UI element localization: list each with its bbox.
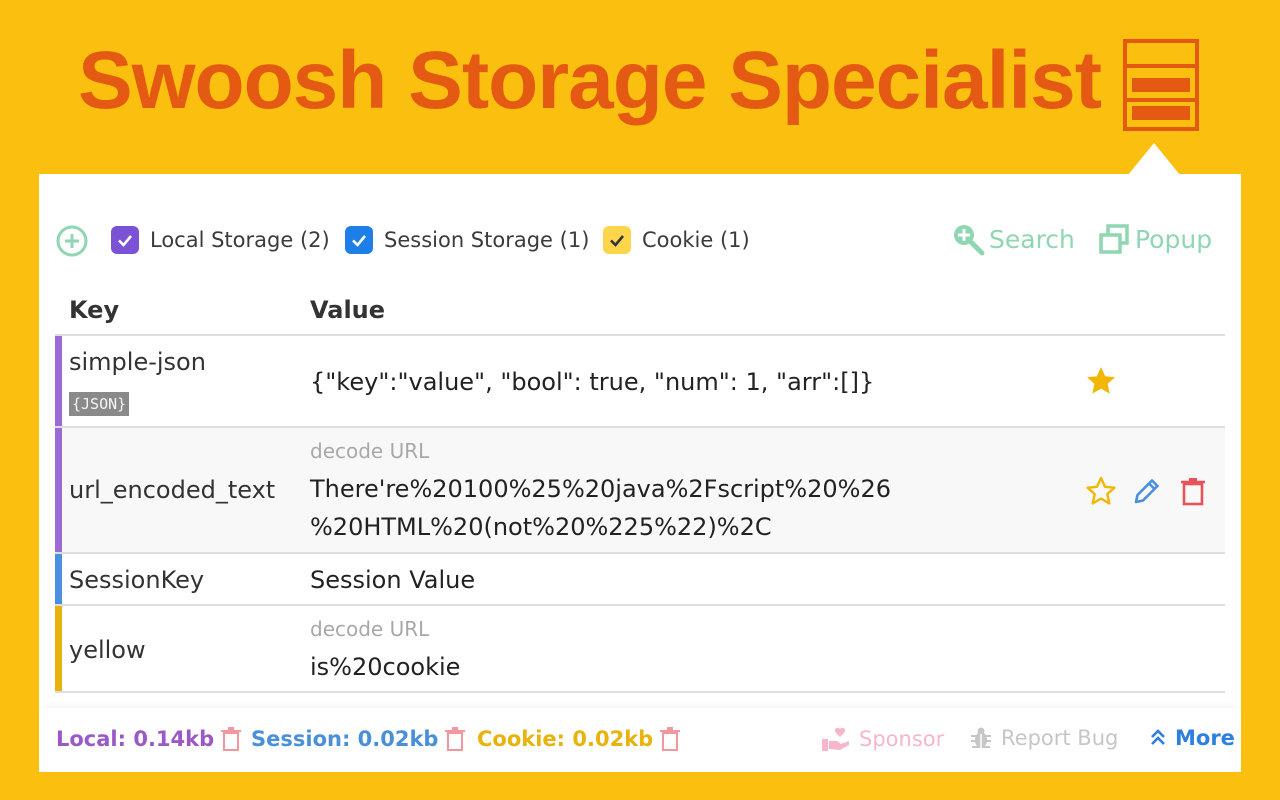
cookie-marker <box>55 606 62 691</box>
local-size-label: Local: 0.14kb <box>56 727 215 751</box>
check-icon <box>118 235 132 247</box>
filter-session-storage[interactable]: Session Storage (1) <box>345 224 589 256</box>
clear-session-trash-icon[interactable] <box>444 726 466 752</box>
edit-pencil-icon[interactable] <box>1131 475 1163 507</box>
value-column-header: Value <box>310 296 386 324</box>
row-key: simple-json <box>69 348 206 376</box>
popup-notch <box>1128 143 1180 175</box>
bug-icon <box>971 727 991 748</box>
sponsor-link[interactable]: Sponsor <box>821 726 944 752</box>
search-button[interactable]: Search <box>951 222 1075 256</box>
cookie-size-stat: Cookie: 0.02kb <box>477 726 681 752</box>
star-filled-icon[interactable] <box>1085 365 1117 397</box>
row-value[interactable]: is%20cookie <box>310 653 460 681</box>
row-key: yellow <box>69 636 146 664</box>
session-storage-marker <box>55 554 62 604</box>
table-row[interactable]: simple-json {JSON} {"key":"value", "bool… <box>55 336 1225 428</box>
session-storage-checkbox[interactable] <box>345 226 373 254</box>
cookie-checkbox[interactable] <box>603 226 631 254</box>
star-outline-icon[interactable] <box>1085 475 1117 507</box>
row-value[interactable]: Session Value <box>310 566 475 594</box>
session-size-label: Session: 0.02kb <box>251 727 439 751</box>
local-size-stat: Local: 0.14kb <box>56 726 242 752</box>
clear-local-trash-icon[interactable] <box>220 726 242 752</box>
local-storage-marker <box>55 428 62 552</box>
session-size-stat: Session: 0.02kb <box>251 726 466 752</box>
decode-url-hint[interactable]: decode URL <box>310 617 429 641</box>
table-row[interactable]: url_encoded_text decode URL There're%201… <box>55 428 1225 554</box>
delete-trash-icon[interactable] <box>1177 475 1209 507</box>
footer-bar: Local: 0.14kb Session: 0.02kb Cookie: 0.… <box>39 708 1241 772</box>
search-label: Search <box>989 224 1075 254</box>
popup-button[interactable]: Popup <box>1097 222 1212 256</box>
search-icon <box>954 225 985 256</box>
report-bug-label: Report Bug <box>1001 726 1119 750</box>
key-column-header: Key <box>69 296 120 324</box>
row-key: url_encoded_text <box>69 476 276 504</box>
add-item-icon[interactable] <box>55 224 89 258</box>
sponsor-label: Sponsor <box>859 727 945 751</box>
more-label: More <box>1175 726 1235 750</box>
table-row[interactable]: SessionKey Session Value <box>55 554 1225 606</box>
filter-local-storage[interactable]: Local Storage (2) <box>111 224 330 256</box>
sponsor-heart-hand-icon <box>822 727 849 751</box>
double-chevron-up-icon <box>1151 729 1165 745</box>
local-storage-checkbox[interactable] <box>111 226 139 254</box>
local-storage-marker <box>55 336 62 426</box>
row-key: SessionKey <box>69 566 205 594</box>
row-value-line[interactable]: %20HTML%20(not%20%225%22)%2C <box>310 513 772 541</box>
app-title: Swoosh Storage Specialist <box>78 35 1102 126</box>
row-value-line[interactable]: There're%20100%25%20java%2Fscript%20%26 <box>310 475 891 503</box>
check-icon <box>352 235 366 247</box>
filter-label: Cookie (1) <box>642 228 750 252</box>
filter-label: Local Storage (2) <box>150 228 330 252</box>
storage-logo-icon <box>1123 39 1199 131</box>
popup-label: Popup <box>1135 224 1213 254</box>
check-icon <box>610 235 624 247</box>
storage-panel: Local Storage (2) Session Storage (1) Co… <box>39 174 1241 772</box>
storage-table: Key Value simple-json {JSON} {"key":"val… <box>55 282 1225 693</box>
json-badge: {JSON} <box>69 392 130 416</box>
table-header: Key Value <box>55 282 1225 336</box>
table-row[interactable]: yellow decode URL is%20cookie <box>55 606 1225 693</box>
popup-icon <box>1099 224 1129 254</box>
filter-cookie[interactable]: Cookie (1) <box>603 224 750 256</box>
row-value[interactable]: {"key":"value", "bool": true, "num": 1, … <box>310 368 874 396</box>
more-link[interactable]: More <box>1149 726 1235 750</box>
filter-label: Session Storage (1) <box>384 228 590 252</box>
report-bug-link[interactable]: Report Bug <box>969 726 1118 750</box>
cookie-size-label: Cookie: 0.02kb <box>477 727 654 751</box>
toolbar: Local Storage (2) Session Storage (1) Co… <box>55 222 1225 258</box>
clear-cookie-trash-icon[interactable] <box>659 726 681 752</box>
decode-url-hint[interactable]: decode URL <box>310 439 429 463</box>
